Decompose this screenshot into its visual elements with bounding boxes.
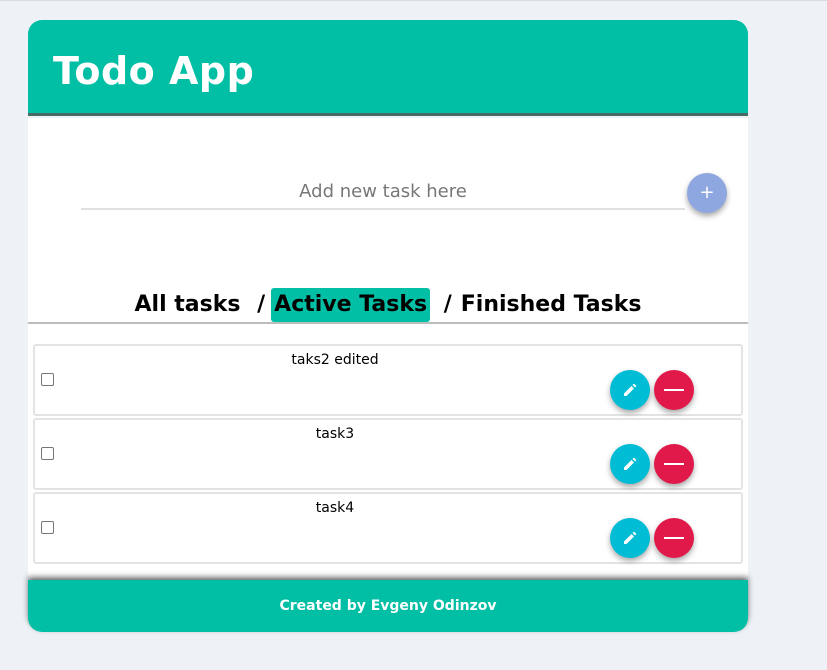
filter-tabs: All tasks / Active Tasks / Finished Tasks [28,288,748,324]
edit-task-button[interactable] [610,370,650,410]
add-task-button[interactable]: + [687,173,727,213]
edit-task-button[interactable] [610,518,650,558]
task-text: task4 [315,500,355,516]
minus-icon [664,463,684,465]
pencil-icon [624,457,637,470]
task-text: task3 [315,426,355,442]
task-checkbox[interactable] [41,373,54,386]
plus-icon: + [699,182,715,203]
pencil-icon [624,531,637,544]
minus-icon [664,389,684,391]
tab-all-tasks[interactable]: All tasks [132,288,244,322]
task-item: task4 [33,492,743,564]
task-checkbox[interactable] [41,521,54,534]
new-task-input[interactable] [81,174,685,210]
main-card: + All tasks /Active Tasks /Finished Task… [28,118,748,578]
task-text: taks2 edited [291,352,379,368]
delete-task-button[interactable] [654,370,694,410]
top-border [0,0,827,1]
delete-task-button[interactable] [654,518,694,558]
app-title: Todo App [53,49,255,93]
app-footer: Created by Evgeny Odinzov [28,580,748,632]
filter-divider [28,322,748,324]
task-checkbox[interactable] [41,447,54,460]
filter-separator: / [443,292,452,317]
tab-active-tasks[interactable]: Active Tasks [271,288,431,322]
todo-app: Todo App + All tasks /Active Tasks /Fini… [28,20,748,632]
minus-icon [664,537,684,539]
tab-finished-tasks[interactable]: Finished Tasks [458,288,645,322]
edit-task-button[interactable] [610,444,650,484]
pencil-icon [624,383,637,396]
delete-task-button[interactable] [654,444,694,484]
new-task-row [81,174,685,212]
task-item: taks2 edited [33,344,743,416]
task-list: taks2 edited task3 task4 [33,344,743,566]
filter-separator: / [257,292,266,317]
task-item: task3 [33,418,743,490]
footer-credit: Created by Evgeny Odinzov [279,598,497,614]
app-header: Todo App [28,20,748,116]
